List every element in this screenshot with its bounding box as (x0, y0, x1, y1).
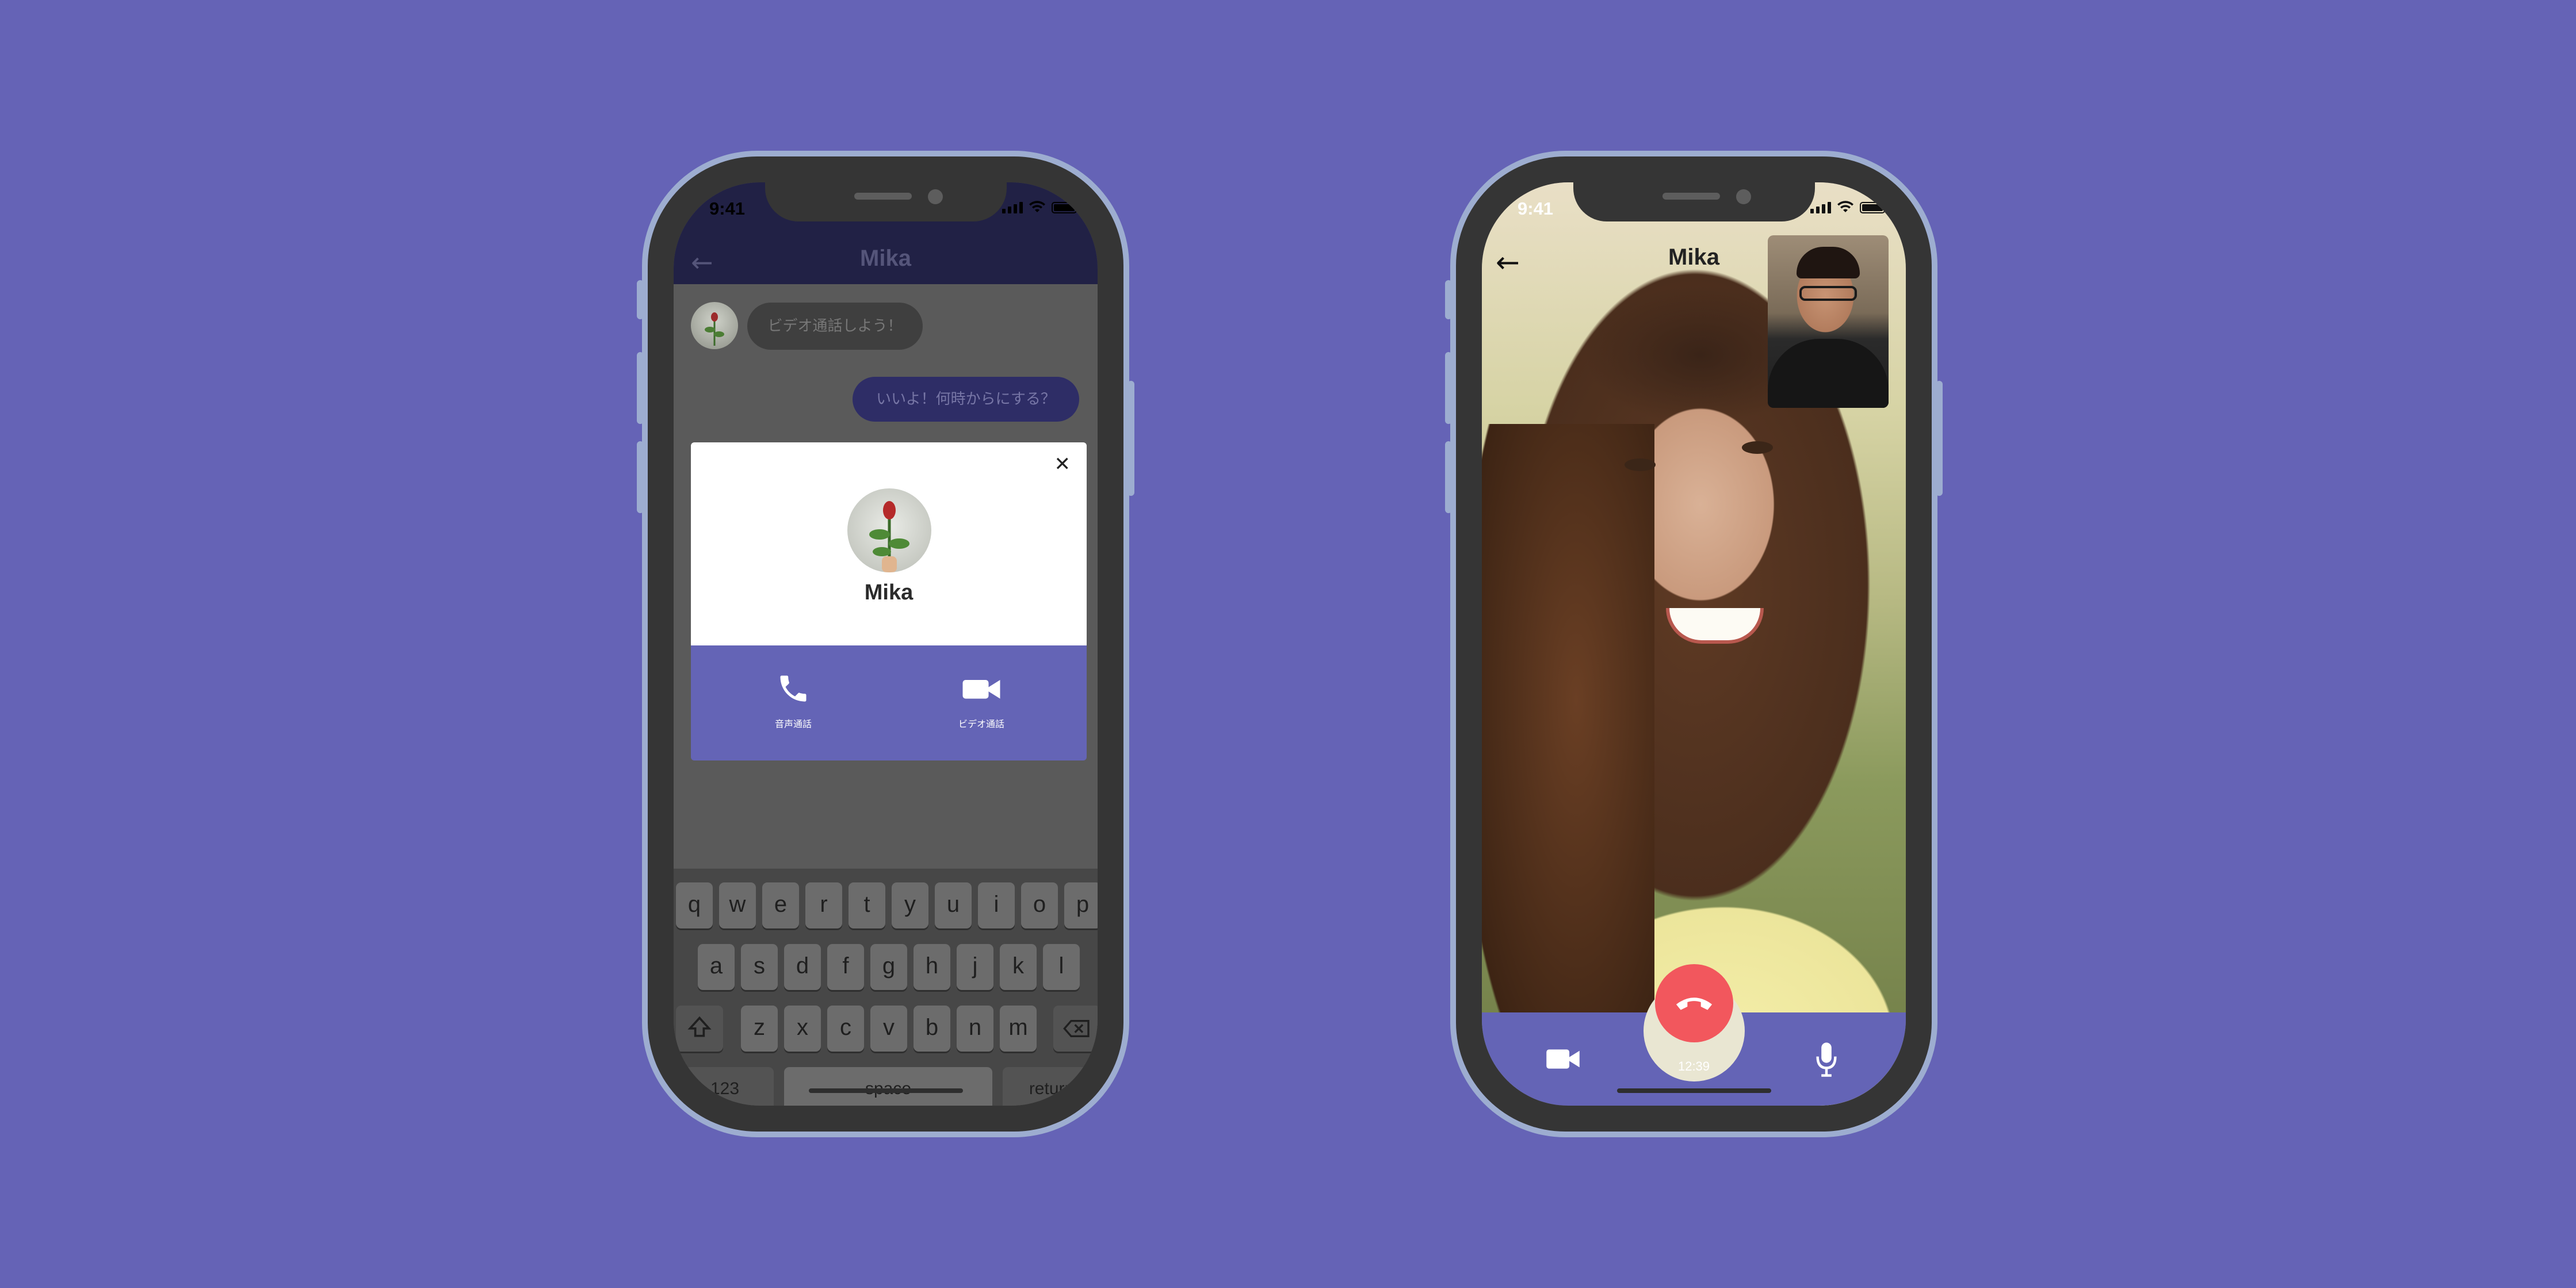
status-time: 9:41 (1518, 198, 1554, 219)
key-i[interactable]: i (978, 882, 1015, 928)
phone-icon (780, 675, 807, 702)
shift-icon (687, 1016, 712, 1037)
mute-switch (637, 280, 644, 319)
incoming-message-bubble: ビデオ通話しよう！ (747, 303, 923, 350)
home-indicator (1616, 1088, 1771, 1093)
volume-down-button (1445, 441, 1452, 513)
video-camera-icon (962, 680, 1000, 699)
key-u[interactable]: u (935, 882, 972, 928)
space-key[interactable]: space (784, 1067, 992, 1106)
key-v[interactable]: v (870, 1006, 907, 1052)
phone-frame: 9:41 ← Mika ビデオ通話しよう！ いいよ！何時からにする？ ✕ Mik… (648, 156, 1123, 1132)
key-a[interactable]: a (698, 944, 735, 990)
modal-contact-avatar (847, 488, 931, 572)
key-b[interactable]: b (914, 1006, 950, 1052)
key-m[interactable]: m (1000, 1006, 1037, 1052)
keyboard: q w e r t y u i o p a s d f g h j k l z … (674, 869, 1098, 1106)
notch (1573, 182, 1815, 221)
modal-header: ✕ Mika (691, 442, 1087, 645)
wifi-icon (1029, 201, 1045, 212)
voice-call-label: 音声通話 (774, 718, 812, 729)
cellular-signal-icon (1810, 202, 1831, 213)
volume-up-button (637, 352, 644, 424)
key-q[interactable]: q (676, 882, 713, 928)
modal-contact-name: Mika (864, 580, 914, 605)
key-o[interactable]: o (1021, 882, 1058, 928)
call-actions: 音声通話 ビデオ通話 (691, 645, 1087, 760)
mute-switch (1445, 280, 1452, 319)
notch (765, 182, 1007, 221)
hang-up-icon (1676, 997, 1712, 1010)
key-j[interactable]: j (957, 944, 993, 990)
call-options-modal: ✕ Mika 音声通話 ビデオ通話 (691, 442, 1087, 760)
video-call-label: ビデオ通話 (958, 718, 1004, 729)
key-k[interactable]: k (1000, 944, 1037, 990)
cellular-signal-icon (1002, 202, 1023, 213)
key-y[interactable]: y (892, 882, 928, 928)
home-indicator (808, 1088, 963, 1093)
chat-title: Mika (860, 246, 911, 271)
close-icon[interactable]: ✕ (1054, 453, 1071, 476)
status-time: 9:41 (709, 198, 746, 219)
key-f[interactable]: f (827, 944, 864, 990)
backspace-icon (1063, 1020, 1090, 1037)
key-t[interactable]: t (849, 882, 885, 928)
volume-up-button (1445, 352, 1452, 424)
key-r[interactable]: r (805, 882, 842, 928)
key-g[interactable]: g (870, 944, 907, 990)
left-phone: 9:41 ← Mika ビデオ通話しよう！ いいよ！何時からにする？ ✕ Mik… (637, 151, 1134, 1137)
key-c[interactable]: c (827, 1006, 864, 1052)
backspace-key[interactable] (1053, 1006, 1098, 1052)
microphone-icon[interactable] (1814, 1041, 1839, 1077)
key-x[interactable]: x (784, 1006, 821, 1052)
numbers-key[interactable]: 123 (676, 1067, 774, 1106)
key-w[interactable]: w (719, 882, 756, 928)
video-call-screen: 9:41 ← Mika 12:39 (1482, 182, 1906, 1106)
phone-frame: 9:41 ← Mika 12:39 (1456, 156, 1932, 1132)
contact-avatar[interactable] (691, 302, 738, 349)
return-key[interactable]: return (1003, 1067, 1098, 1106)
power-button (1936, 381, 1943, 496)
shift-key[interactable] (676, 1006, 723, 1052)
video-call-button[interactable]: ビデオ通話 (924, 671, 1039, 730)
power-button (1128, 381, 1134, 496)
video-camera-icon[interactable] (1545, 1047, 1581, 1071)
key-d[interactable]: d (784, 944, 821, 990)
wifi-icon (1837, 201, 1853, 212)
outgoing-message-bubble: いいよ！何時からにする？ (853, 377, 1079, 422)
key-h[interactable]: h (914, 944, 950, 990)
volume-down-button (637, 441, 644, 513)
voice-call-button[interactable]: 音声通話 (736, 671, 851, 730)
key-l[interactable]: l (1043, 944, 1080, 990)
key-p[interactable]: p (1064, 882, 1098, 928)
self-view-pip[interactable] (1768, 235, 1889, 408)
chat-screen: 9:41 ← Mika ビデオ通話しよう！ いいよ！何時からにする？ ✕ Mik… (674, 182, 1098, 1106)
key-z[interactable]: z (741, 1006, 778, 1052)
right-phone: 9:41 ← Mika 12:39 (1445, 151, 1943, 1137)
battery-icon (1860, 202, 1885, 213)
end-call-button[interactable] (1654, 964, 1733, 1042)
key-e[interactable]: e (762, 882, 799, 928)
battery-icon (1052, 202, 1077, 213)
key-n[interactable]: n (957, 1006, 993, 1052)
key-s[interactable]: s (741, 944, 778, 990)
